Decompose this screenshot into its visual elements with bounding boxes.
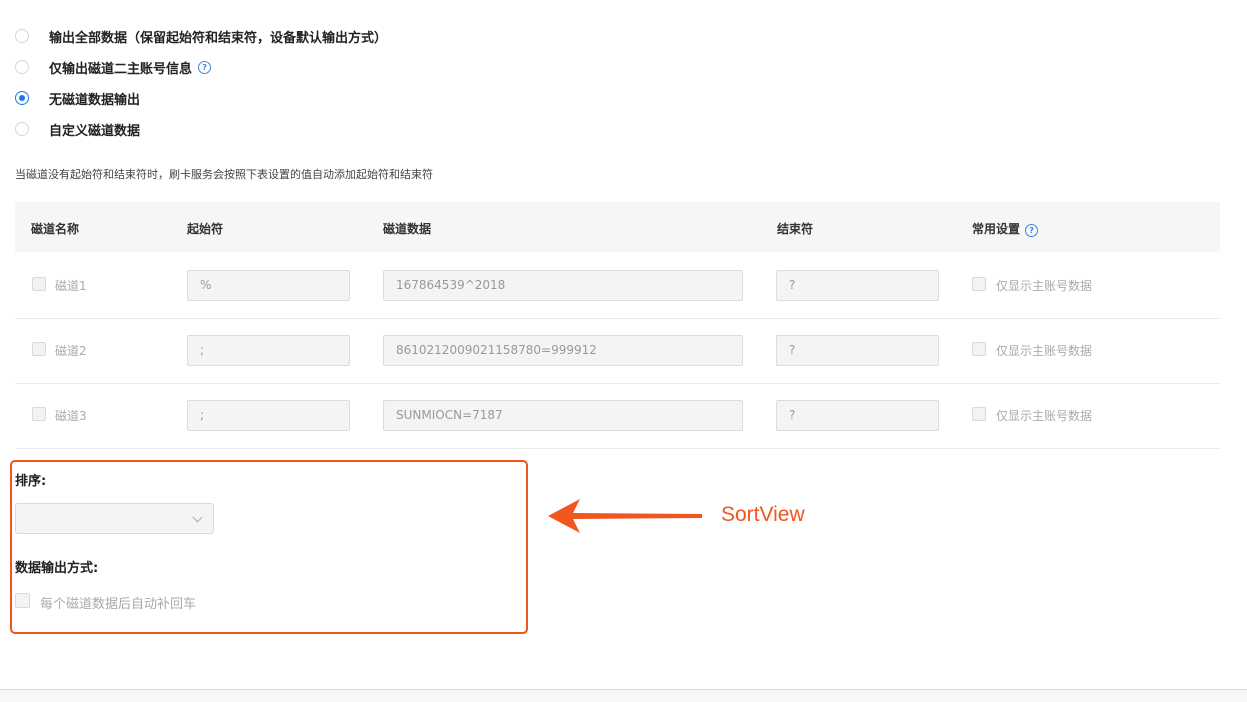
start-char-input[interactable]: % (187, 270, 350, 301)
header-track-data: 磁道数据 (383, 222, 432, 236)
radio-label: 输出全部数据（保留起始符和结束符，设备默认输出方式） (49, 30, 388, 46)
radio-option-no-output[interactable]: 无磁道数据输出 (15, 88, 140, 108)
track-name: 磁道1 (55, 279, 87, 293)
table-row: 磁道3 ; SUNMIOCN=7187 ? 仅显示主账号数据 (15, 383, 1220, 449)
radio-option-output-all[interactable]: 输出全部数据（保留起始符和结束符，设备默认输出方式） (15, 26, 387, 46)
arrow-left-icon (548, 499, 702, 533)
end-char-input[interactable]: ? (776, 335, 939, 366)
header-end-char: 结束符 (777, 222, 814, 236)
footer-divider (0, 689, 1247, 702)
table-row: 磁道2 ; 8610212009021158780=999912 ? 仅显示主账… (15, 318, 1220, 384)
radio-label: 无磁道数据输出 (49, 92, 141, 108)
track-data-input[interactable]: 167864539^2018 (383, 270, 743, 301)
track-checkbox[interactable] (32, 342, 46, 356)
track-checkbox[interactable] (32, 277, 46, 291)
radio-label: 自定义磁道数据 (49, 123, 141, 139)
hint-text: 当磁道没有起始符和结束符时，刷卡服务会按照下表设置的值自动添加起始符和结束符 (15, 168, 433, 181)
end-char-input[interactable]: ? (776, 400, 939, 431)
radio-option-track2-account[interactable]: 仅输出磁道二主账号信息 ? (15, 57, 212, 77)
annotation-label: SortView (721, 503, 805, 526)
table-header: 磁道名称 起始符 磁道数据 结束符 常用设置? (15, 202, 1220, 252)
account-only-checkbox[interactable] (972, 407, 986, 421)
radio-button-checked[interactable] (15, 91, 29, 105)
track-name: 磁道2 (55, 344, 87, 358)
track-data-input[interactable]: SUNMIOCN=7187 (383, 400, 743, 431)
start-char-input[interactable]: ; (187, 335, 350, 366)
radio-option-custom[interactable]: 自定义磁道数据 (15, 119, 140, 139)
radio-button[interactable] (15, 60, 29, 74)
track-data-input[interactable]: 8610212009021158780=999912 (383, 335, 743, 366)
table-row: 磁道1 % 167864539^2018 ? 仅显示主账号数据 (15, 253, 1220, 319)
track-checkbox[interactable] (32, 407, 46, 421)
help-icon[interactable]: ? (198, 60, 212, 74)
radio-button[interactable] (15, 29, 29, 43)
header-start-char: 起始符 (187, 222, 224, 236)
header-track-name: 磁道名称 (31, 222, 80, 236)
help-icon[interactable]: ? (1025, 224, 1039, 237)
radio-button[interactable] (15, 122, 29, 136)
account-only-label: 仅显示主账号数据 (996, 409, 1093, 423)
end-char-input[interactable]: ? (776, 270, 939, 301)
account-only-label: 仅显示主账号数据 (996, 279, 1093, 293)
header-common-settings: 常用设置? (972, 220, 1039, 237)
account-only-checkbox[interactable] (972, 342, 986, 356)
sortview-highlight-box (10, 460, 528, 634)
track-name: 磁道3 (55, 409, 87, 423)
account-only-checkbox[interactable] (972, 277, 986, 291)
radio-label: 仅输出磁道二主账号信息 (49, 61, 193, 77)
account-only-label: 仅显示主账号数据 (996, 344, 1093, 358)
header-common-settings-label: 常用设置 (972, 222, 1021, 236)
start-char-input[interactable]: ; (187, 400, 350, 431)
